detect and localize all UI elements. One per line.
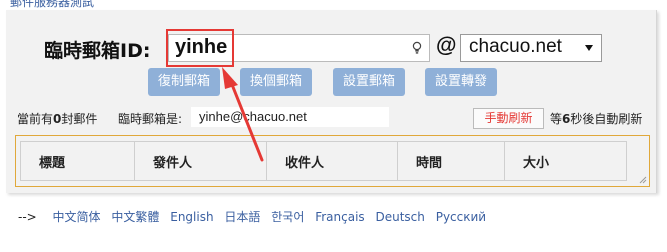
set-mailbox-button[interactable]: 設置郵箱 (333, 68, 405, 96)
page-top-title: 郵件服務器測試 (10, 0, 95, 9)
language-link-de[interactable]: Deutsch (376, 210, 425, 224)
language-arrow: --> (18, 210, 37, 224)
auto-refresh-timer: 等6秒後自動刷新 (550, 110, 642, 127)
language-link-ja[interactable]: 日本語 (224, 210, 260, 224)
timer-prefix: 等 (550, 112, 563, 126)
language-link-fr[interactable]: Français (315, 210, 364, 224)
mail-count-text: 當前有0封郵件 (17, 110, 97, 127)
manual-refresh-button[interactable]: 手動刷新 (473, 108, 544, 129)
column-header-size: 大小 (504, 141, 627, 181)
domain-select[interactable]: chacuo.net (460, 34, 602, 62)
resize-handle-icon[interactable] (639, 176, 647, 184)
copy-mailbox-button[interactable]: 復制郵箱 (148, 68, 220, 96)
column-header-time: 時間 (397, 141, 505, 181)
language-link-en[interactable]: English (170, 210, 213, 224)
timer-suffix: 秒後自動刷新 (570, 112, 643, 126)
set-forward-button[interactable]: 設置轉發 (425, 68, 497, 96)
language-link-zh-hans[interactable]: 中文简体 (53, 210, 101, 224)
table-header-row: 標題 發件人 收件人 時間 大小 (20, 141, 627, 181)
mailbox-id-label: 臨時郵箱ID: (44, 40, 151, 62)
chevron-down-icon (585, 45, 593, 51)
language-bar: --> 中文简体 中文繁體 English 日本語 한국어 Français D… (18, 208, 493, 225)
switch-mailbox-button[interactable]: 換個郵箱 (240, 68, 312, 96)
mailbox-id-input[interactable]: yinhe (168, 34, 430, 62)
mail-list-frame: 標題 發件人 收件人 時間 大小 (15, 135, 650, 187)
mail-list-table: 標題 發件人 收件人 時間 大小 (20, 141, 627, 181)
mail-count-suffix: 封郵件 (61, 112, 98, 126)
domain-select-value: chacuo.net (469, 36, 562, 57)
column-header-recipient: 收件人 (266, 141, 398, 181)
language-link-ko[interactable]: 한국어 (271, 210, 304, 224)
language-link-ru[interactable]: Русский (436, 210, 486, 224)
at-sign: @ (436, 34, 457, 57)
lightbulb-icon (412, 41, 422, 54)
mail-count-prefix: 當前有 (17, 112, 54, 126)
address-field[interactable]: yinhe@chacuo.net (191, 107, 389, 127)
address-label: 臨時郵箱是: (118, 112, 183, 126)
column-header-subject: 標題 (20, 141, 135, 181)
language-link-zh-hant[interactable]: 中文繁體 (111, 210, 159, 224)
column-header-sender: 發件人 (134, 141, 267, 181)
